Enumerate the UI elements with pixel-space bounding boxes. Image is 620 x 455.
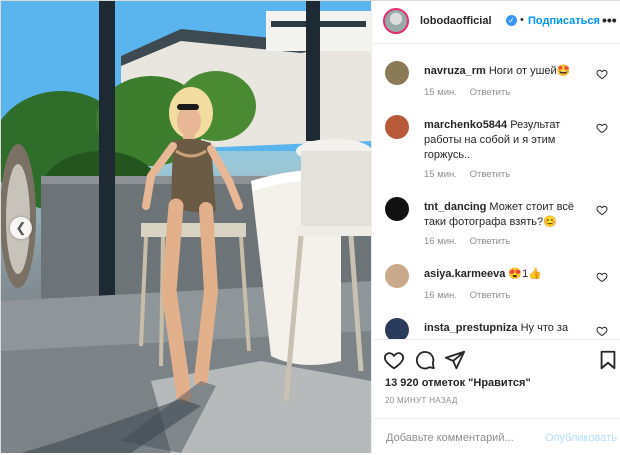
verified-badge-icon: ✓ (506, 15, 517, 26)
commenter-username[interactable]: asiya.karmeeva (424, 268, 505, 280)
comment-time: 15 мин. (424, 87, 457, 98)
like-heart-icon[interactable] (383, 349, 405, 371)
commenter-avatar[interactable] (385, 61, 409, 85)
commenter-avatar[interactable] (385, 264, 409, 288)
follow-button[interactable]: Подписаться (528, 15, 600, 27)
like-comment-heart-icon[interactable] (596, 325, 608, 337)
more-options-icon[interactable]: ••• (602, 12, 617, 28)
post-time[interactable]: 20 МИНУТ НАЗАД (385, 396, 458, 405)
comment-text: asiya.karmeeva 😍1👍 (424, 267, 594, 282)
instagram-post: ❮ lobodaofficial ✓ • Подписаться ••• nav… (0, 0, 620, 453)
comment-body: Ну что за (520, 322, 569, 334)
commenter-username[interactable]: marchenko5844 (424, 119, 507, 131)
comment-body: Ноги от ушей🤩 (488, 65, 571, 77)
like-comment-heart-icon[interactable] (596, 271, 608, 283)
commenter-username[interactable]: navruza_rm (424, 65, 486, 77)
comment-bubble-icon[interactable] (414, 349, 436, 371)
commenter-username[interactable]: insta_prestupniza (424, 322, 518, 334)
comment-input[interactable] (384, 428, 548, 448)
comment-meta: 15 мин. Ответить (424, 87, 510, 98)
comment-text: insta_prestupniza Ну что за (424, 321, 594, 336)
publish-button[interactable]: Опубликовать (545, 432, 617, 444)
commenter-avatar[interactable] (385, 197, 409, 221)
comment-meta: 16 мин. Ответить (424, 236, 510, 247)
comment-text: marchenko5844 Результат работы на собой … (424, 118, 594, 163)
comment-time: 16 мин. (424, 290, 457, 301)
commenter-username[interactable]: tnt_dancing (424, 201, 486, 213)
chevron-left-icon[interactable]: ❮ (10, 217, 32, 239)
like-comment-heart-icon[interactable] (596, 68, 608, 80)
comment-time: 15 мин. (424, 169, 457, 180)
reply-button[interactable]: Ответить (470, 169, 511, 180)
comment-time: 16 мин. (424, 236, 457, 247)
author-avatar[interactable] (383, 8, 409, 34)
photo-scene (1, 1, 371, 453)
like-comment-heart-icon[interactable] (596, 204, 608, 216)
header-separator: • (520, 14, 524, 26)
reply-button[interactable]: Ответить (470, 87, 511, 98)
comment-meta: 16 мин. Ответить (424, 290, 510, 301)
comments-list[interactable]: navruza_rm Ноги от ушей🤩 15 мин. Ответит… (372, 44, 620, 339)
post-header: lobodaofficial ✓ • Подписаться ••• (372, 1, 620, 44)
reply-button[interactable]: Ответить (470, 290, 511, 301)
post-actions: 13 920 отметок "Нравится" 20 МИНУТ НАЗАД… (372, 339, 620, 454)
comment-text: navruza_rm Ноги от ушей🤩 (424, 64, 594, 79)
commenter-avatar[interactable] (385, 115, 409, 139)
prev-arrow-glyph: ❮ (15, 220, 27, 235)
comment-meta: 15 мин. Ответить (424, 169, 510, 180)
save-bookmark-icon[interactable] (597, 349, 619, 371)
post-sidebar: lobodaofficial ✓ • Подписаться ••• navru… (371, 1, 620, 453)
likes-count[interactable]: 13 920 отметок "Нравится" (385, 377, 531, 389)
author-username[interactable]: lobodaofficial (420, 15, 492, 27)
post-photo[interactable]: ❮ (1, 1, 371, 453)
comment-text: tnt_dancing Может стоит всё таки фотогра… (424, 200, 594, 230)
commenter-avatar[interactable] (385, 318, 409, 339)
comment-body: 😍1👍 (508, 268, 542, 280)
share-paper-plane-icon[interactable] (444, 349, 466, 371)
reply-button[interactable]: Ответить (470, 236, 511, 247)
like-comment-heart-icon[interactable] (596, 122, 608, 134)
add-comment-bar: Опубликовать (372, 418, 620, 455)
